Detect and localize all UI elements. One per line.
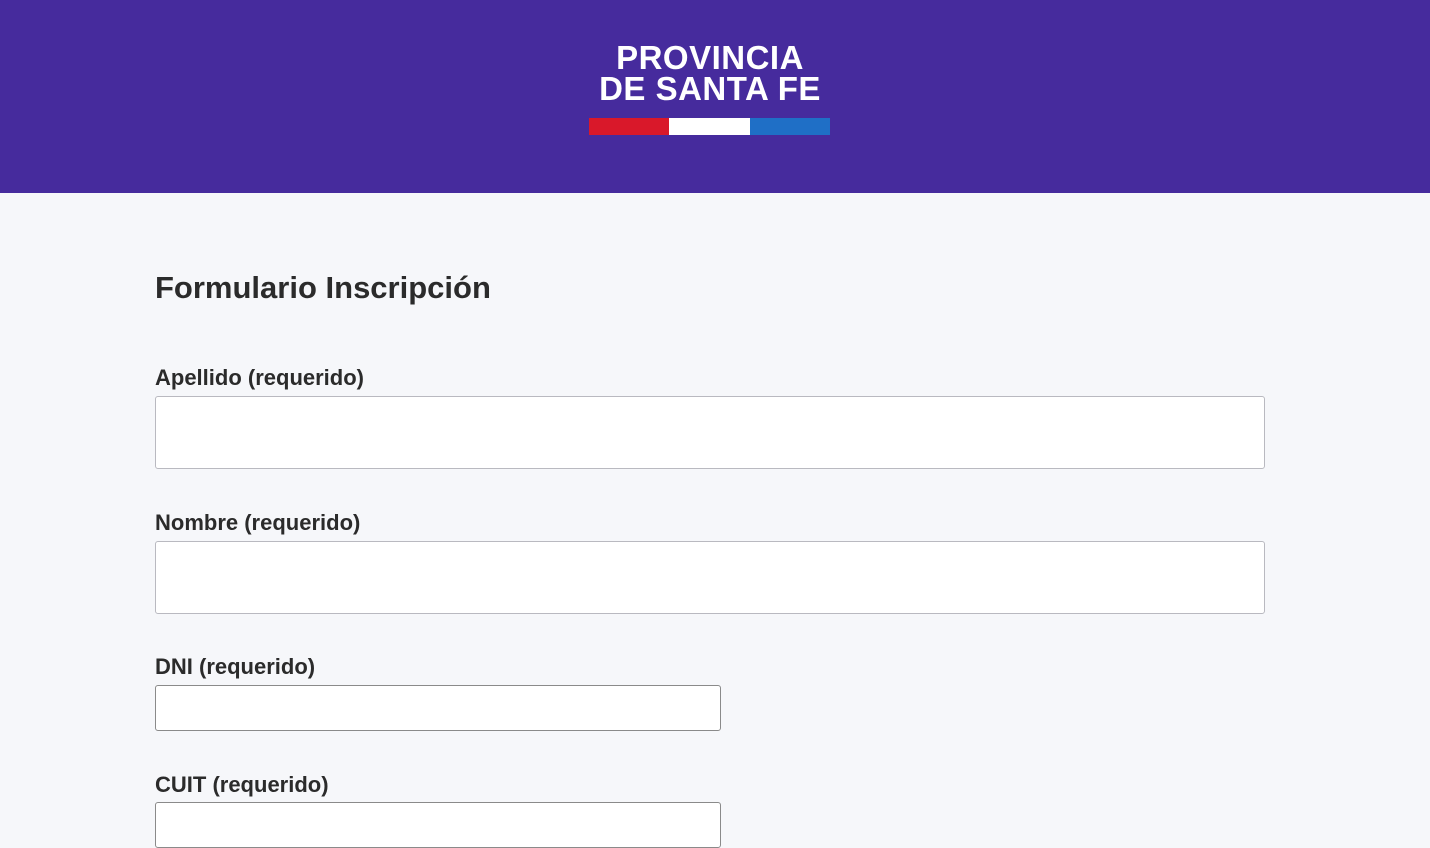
apellido-label: Apellido (requerido) [155, 365, 364, 390]
flag-white-band [669, 118, 750, 135]
dni-input[interactable] [155, 685, 721, 731]
form-title: Formulario Inscripción [155, 270, 491, 305]
logo-line-1: PROVINCIA [616, 39, 804, 76]
dni-label: DNI (requerido) [155, 654, 316, 679]
nombre-label: Nombre (requerido) [155, 510, 361, 535]
cuit-input[interactable] [155, 802, 721, 848]
site-header: PROVINCIA DE SANTA FE [0, 0, 1430, 193]
cuit-label: CUIT (requerido) [155, 772, 329, 797]
flag-red-band [589, 118, 670, 135]
provincia-santa-fe-logo[interactable]: PROVINCIA DE SANTA FE [588, 39, 832, 107]
flag-stripe [589, 118, 830, 135]
flag-blue-band [749, 118, 830, 135]
logo-line-2: DE SANTA FE [599, 70, 821, 107]
nombre-input[interactable] [155, 541, 1265, 614]
apellido-input[interactable] [155, 396, 1265, 469]
